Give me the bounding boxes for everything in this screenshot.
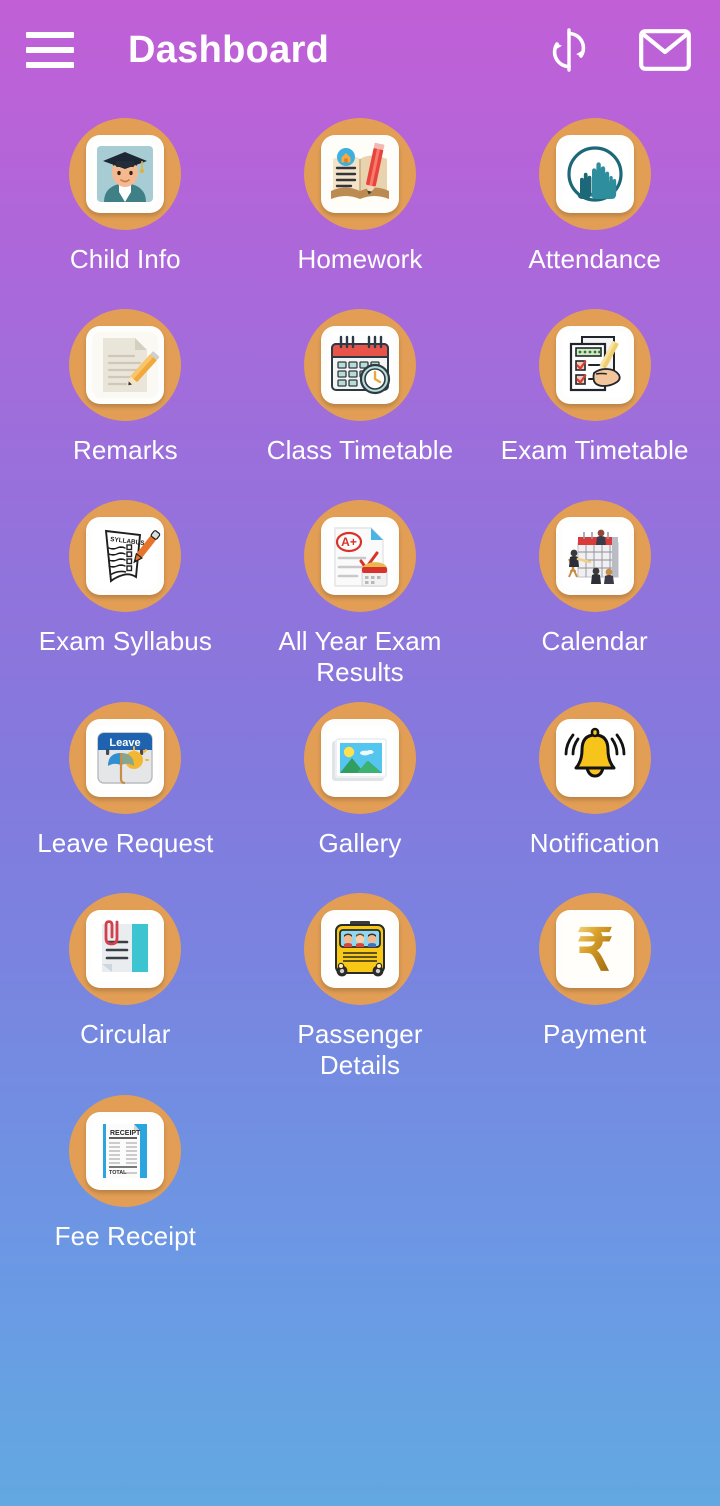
calendar-clock-icon xyxy=(320,326,399,404)
tile-circle xyxy=(69,309,182,421)
tile-label: Class Timetable xyxy=(266,435,454,465)
tile-label: Calendar xyxy=(541,626,648,656)
tile-child-info[interactable]: Child Info xyxy=(8,118,243,309)
page-title: Dashboard xyxy=(128,28,330,71)
open-book-pencil-icon xyxy=(320,135,399,213)
tile-payment[interactable]: ₹ Payment xyxy=(477,893,712,1095)
tile-label: Child Info xyxy=(69,244,181,274)
tile-label: Fee Receipt xyxy=(54,1221,196,1251)
tile-circle xyxy=(303,309,416,421)
a-plus-result-sheet-icon: A+ xyxy=(320,517,399,595)
tile-circle xyxy=(538,118,651,230)
tile-homework[interactable]: Homework xyxy=(243,118,478,309)
landscape-photo-icon xyxy=(320,719,399,797)
dashboard-grid: Child Info Homework Attendance Remarks C… xyxy=(0,100,720,1286)
svg-text:RECEIPT: RECEIPT xyxy=(110,1130,141,1137)
checklist-hand-pen-icon xyxy=(555,326,634,404)
tile-circle: RECEIPT TOTAL xyxy=(69,1095,182,1207)
svg-text:A+: A+ xyxy=(341,535,357,549)
sync-refresh-icon xyxy=(548,27,590,73)
tile-circle: Leave xyxy=(69,702,182,814)
tile-circle xyxy=(538,702,651,814)
school-bus-icon xyxy=(320,910,399,988)
tile-circle xyxy=(538,309,651,421)
tile-fee-receipt[interactable]: RECEIPT TOTAL Fee Receipt xyxy=(8,1095,243,1286)
tile-circle xyxy=(69,118,182,230)
tile-label: Remarks xyxy=(72,435,178,465)
hamburger-menu-icon[interactable] xyxy=(26,32,74,68)
tile-circle: A+ xyxy=(303,500,416,612)
app-bar: Dashboard xyxy=(0,0,720,100)
leave-calendar-umbrella-icon: Leave xyxy=(86,719,165,797)
tile-exam-timetable[interactable]: Exam Timetable xyxy=(477,309,712,500)
tile-label: Passenger Details xyxy=(297,1019,423,1080)
tile-circle: ₹ xyxy=(538,893,651,1005)
tile-calendar[interactable]: Calendar xyxy=(477,500,712,702)
svg-text:Leave: Leave xyxy=(110,737,141,749)
tile-label: Gallery xyxy=(318,828,402,858)
tile-all-year-exam-results[interactable]: A+ All Year Exam Results xyxy=(243,500,478,702)
tile-label: Payment xyxy=(543,1019,647,1049)
graduate-student-photo-icon xyxy=(86,135,165,213)
tile-notification[interactable]: Notification xyxy=(477,702,712,893)
hamburger-bar xyxy=(26,32,74,38)
tile-label: Homework xyxy=(297,244,423,274)
app-bar-actions xyxy=(544,25,694,75)
tile-attendance[interactable]: Attendance xyxy=(477,118,712,309)
tile-circular[interactable]: Circular xyxy=(8,893,243,1095)
hamburger-bar xyxy=(26,47,74,53)
svg-text:₹: ₹ xyxy=(576,918,613,983)
ringing-bell-icon xyxy=(555,719,634,797)
tile-leave-request[interactable]: Leave Leave Request xyxy=(8,702,243,893)
tile-label: Exam Timetable xyxy=(500,435,689,465)
tile-passenger-details[interactable]: Passenger Details xyxy=(243,893,478,1095)
tile-label: Exam Syllabus xyxy=(38,626,212,656)
rupee-symbol-icon: ₹ xyxy=(555,910,634,988)
tile-label: All Year Exam Results xyxy=(278,626,442,687)
tile-circle xyxy=(538,500,651,612)
tile-circle xyxy=(69,893,182,1005)
mail-button[interactable] xyxy=(639,25,691,75)
hamburger-bar xyxy=(26,62,74,68)
tile-circle xyxy=(303,702,416,814)
envelope-mail-icon xyxy=(639,29,691,71)
raised-hands-circle-icon xyxy=(555,135,634,213)
refresh-button[interactable] xyxy=(544,25,594,75)
tile-label: Circular xyxy=(80,1019,171,1049)
tile-exam-syllabus[interactable]: SYLLABUS Exam Syllabus xyxy=(8,500,243,702)
syllabus-sheet-pen-icon: SYLLABUS xyxy=(86,517,165,595)
document-pencil-icon xyxy=(86,326,165,404)
tile-circle xyxy=(303,893,416,1005)
tile-label: Attendance xyxy=(528,244,661,274)
tile-class-timetable[interactable]: Class Timetable xyxy=(243,309,478,500)
tile-circle xyxy=(303,118,416,230)
tile-circle: SYLLABUS xyxy=(69,500,182,612)
tile-remarks[interactable]: Remarks xyxy=(8,309,243,500)
wall-calendar-people-icon xyxy=(555,517,634,595)
tile-label: Notification xyxy=(529,828,660,858)
paperclip-documents-icon xyxy=(86,910,165,988)
tile-label: Leave Request xyxy=(37,828,214,858)
tile-gallery[interactable]: Gallery xyxy=(243,702,478,893)
receipt-document-icon: RECEIPT TOTAL xyxy=(86,1112,165,1190)
